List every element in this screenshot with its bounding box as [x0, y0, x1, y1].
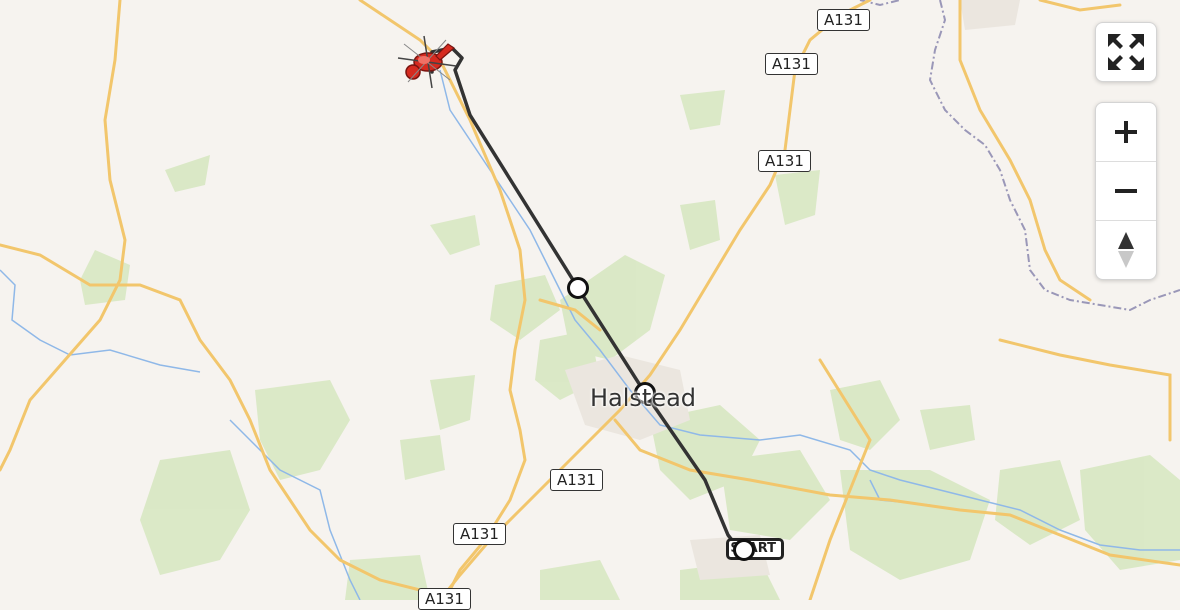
- road-shield-a131: A131: [418, 588, 471, 610]
- zoom-out-button[interactable]: [1096, 161, 1156, 220]
- road-shield-a131: A131: [453, 523, 506, 545]
- map-canvas: [0, 0, 1180, 602]
- plus-icon: [1115, 121, 1137, 143]
- waypoint-marker[interactable]: [567, 277, 589, 299]
- fullscreen-button[interactable]: [1096, 23, 1156, 81]
- zoom-in-button[interactable]: [1096, 103, 1156, 161]
- fullscreen-control: [1095, 22, 1157, 82]
- road-shield-a131: A131: [765, 53, 818, 75]
- map-view[interactable]: A131 A131 A131 A131 A131 A131 Halstead S…: [0, 0, 1180, 610]
- road-shield-a131: A131: [758, 150, 811, 172]
- north-arrow-icon: [1118, 232, 1134, 268]
- town-label-halstead: Halstead: [590, 384, 697, 412]
- compass-button[interactable]: [1096, 220, 1156, 279]
- zoom-control: [1095, 102, 1157, 280]
- start-marker[interactable]: [729, 535, 759, 565]
- road-shield-a131: A131: [817, 9, 870, 31]
- road-shield-a131: A131: [550, 469, 603, 491]
- minus-icon: [1115, 189, 1137, 193]
- expand-arrows-icon: [1108, 34, 1144, 70]
